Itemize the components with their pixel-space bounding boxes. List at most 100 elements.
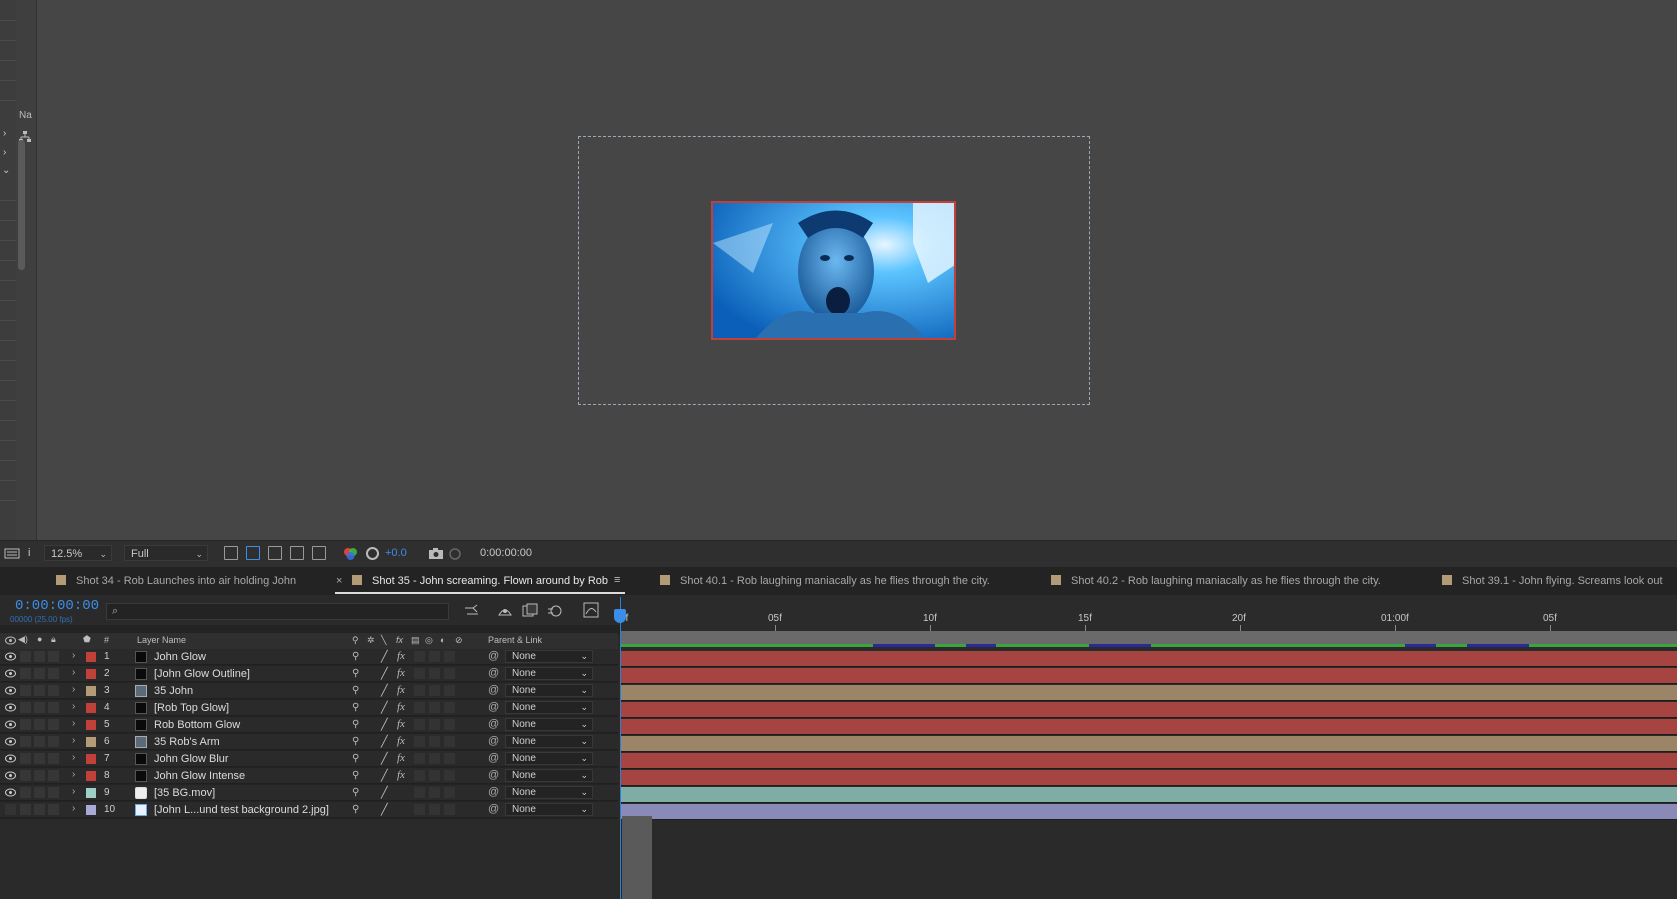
- layer-name[interactable]: [John Glow Outline]: [154, 668, 250, 680]
- layer-name[interactable]: [35 BG.mov]: [154, 787, 215, 799]
- quality-switch-icon[interactable]: ╱: [381, 701, 388, 714]
- shy-switch-icon[interactable]: ⚲: [352, 651, 359, 662]
- expand-layer-icon[interactable]: ›: [72, 718, 75, 729]
- pick-whip-icon[interactable]: @: [488, 667, 499, 679]
- visibility-eye-icon[interactable]: [5, 703, 16, 712]
- effects-switch-icon[interactable]: fx: [397, 684, 405, 696]
- shy-switch-icon[interactable]: ⚲: [352, 702, 359, 713]
- frame-blend-switch[interactable]: [414, 787, 425, 798]
- tab-shot-35[interactable]: Shot 35 - John screaming. Flown around b…: [352, 567, 608, 595]
- layer-duration-bar[interactable]: [620, 736, 1677, 752]
- work-area-bar[interactable]: [620, 631, 1677, 645]
- layer-search-input[interactable]: ⌕: [106, 603, 449, 620]
- tab-shot-40-1[interactable]: Shot 40.1 - Rob laughing maniacally as h…: [660, 567, 990, 595]
- keyboard-icon[interactable]: [4, 547, 20, 560]
- audio-toggle[interactable]: [20, 736, 31, 747]
- layer-name[interactable]: [Rob Top Glow]: [154, 702, 229, 714]
- show-snapshot-icon[interactable]: [448, 547, 462, 560]
- pick-whip-icon[interactable]: @: [488, 769, 499, 781]
- project-panel-scrollbar[interactable]: [18, 140, 25, 270]
- layer-row[interactable]: › 9 [35 BG.mov] ⚲ ╱ @ None ⌄: [0, 785, 618, 801]
- visibility-eye-icon[interactable]: [5, 686, 16, 695]
- layer-duration-bar[interactable]: [620, 702, 1677, 718]
- adjustment-switch[interactable]: [444, 770, 455, 781]
- frame-blend-switch[interactable]: [414, 702, 425, 713]
- video-eye-header-icon[interactable]: [5, 636, 16, 645]
- timeline-tracks[interactable]: [618, 635, 1677, 899]
- shy-switch-header-icon[interactable]: ⚲: [352, 635, 359, 646]
- footage-layer-preview[interactable]: [711, 201, 956, 340]
- motion-blur-switch[interactable]: [429, 668, 440, 679]
- pick-whip-icon[interactable]: @: [488, 701, 499, 713]
- solo-toggle[interactable]: [34, 753, 45, 764]
- effects-switch-header-icon[interactable]: fx: [396, 635, 403, 645]
- layer-name[interactable]: John Glow Blur: [154, 753, 229, 765]
- pick-whip-icon[interactable]: @: [488, 735, 499, 747]
- visibility-eye-icon[interactable]: [5, 669, 16, 678]
- effects-switch-icon[interactable]: fx: [397, 718, 405, 730]
- resolution-dropdown[interactable]: Full ⌄: [124, 545, 208, 561]
- playhead-handle[interactable]: [614, 609, 626, 623]
- composition-flowchart-icon[interactable]: [464, 604, 480, 618]
- frame-blend-switch[interactable]: [414, 804, 425, 815]
- shy-switch-icon[interactable]: ⚲: [352, 787, 359, 798]
- adjustment-switch[interactable]: [444, 753, 455, 764]
- quality-switch-icon[interactable]: ╱: [381, 650, 388, 663]
- motion-blur-switch[interactable]: [429, 804, 440, 815]
- parent-dropdown[interactable]: None ⌄: [505, 684, 593, 697]
- tab-shot-39-1[interactable]: Shot 39.1 - John flying. Screams look ou…: [1442, 567, 1663, 595]
- adjustment-switch[interactable]: [444, 702, 455, 713]
- audio-toggle[interactable]: [20, 719, 31, 730]
- shy-switch-icon[interactable]: ⚲: [352, 736, 359, 747]
- exposure-value[interactable]: +0.0: [385, 545, 407, 561]
- layer-row[interactable]: › 2 [John Glow Outline] ⚲ ╱ fx @ None ⌄: [0, 666, 618, 682]
- effects-switch-icon[interactable]: fx: [397, 701, 405, 713]
- parent-dropdown[interactable]: None ⌄: [505, 667, 593, 680]
- lock-toggle[interactable]: [48, 702, 59, 713]
- tab-shot-40-2[interactable]: Shot 40.2 - Rob laughing maniacally as h…: [1051, 567, 1381, 595]
- label-header-icon[interactable]: ⬟: [83, 634, 91, 645]
- parent-dropdown[interactable]: None ⌄: [505, 701, 593, 714]
- color-channels-icon[interactable]: [343, 546, 358, 561]
- motion-blur-switch[interactable]: [429, 651, 440, 662]
- layer-name[interactable]: John Glow Intense: [154, 770, 245, 782]
- shy-switch-icon[interactable]: ⚲: [352, 770, 359, 781]
- label-color-swatch[interactable]: [86, 737, 96, 747]
- expand-layer-icon[interactable]: ›: [72, 735, 75, 746]
- lock-toggle[interactable]: [48, 753, 59, 764]
- shy-switch-icon[interactable]: ⚲: [352, 753, 359, 764]
- label-color-swatch[interactable]: [86, 771, 96, 781]
- audio-header-icon[interactable]: ◀): [18, 634, 28, 645]
- audio-toggle[interactable]: [20, 753, 31, 764]
- layer-name[interactable]: 35 John: [154, 685, 193, 697]
- layer-duration-bar[interactable]: [620, 651, 1677, 667]
- visibility-eye-icon[interactable]: [5, 737, 16, 746]
- lock-toggle[interactable]: [48, 770, 59, 781]
- lock-toggle[interactable]: [48, 736, 59, 747]
- audio-toggle[interactable]: [20, 685, 31, 696]
- effects-switch-icon[interactable]: fx: [397, 769, 405, 781]
- layer-duration-bar[interactable]: [620, 804, 1677, 820]
- layer-list-empty-area[interactable]: [0, 819, 618, 899]
- snapshot-camera-icon[interactable]: [428, 547, 444, 560]
- label-color-swatch[interactable]: [86, 754, 96, 764]
- effects-switch-icon[interactable]: fx: [397, 752, 405, 764]
- expand-layer-icon[interactable]: ›: [72, 650, 75, 661]
- lock-toggle[interactable]: [48, 787, 59, 798]
- shy-switch-icon[interactable]: ⚲: [352, 668, 359, 679]
- parent-dropdown[interactable]: None ⌄: [505, 752, 593, 765]
- effects-switch-icon[interactable]: fx: [397, 650, 405, 662]
- layer-row[interactable]: › 6 35 Rob's Arm ⚲ ╱ fx @ None ⌄: [0, 734, 618, 750]
- number-column-header[interactable]: #: [104, 635, 109, 645]
- viewer-timecode[interactable]: 0:00:00:00: [480, 545, 532, 561]
- frame-blend-switch[interactable]: [414, 736, 425, 747]
- audio-toggle[interactable]: [20, 702, 31, 713]
- audio-toggle[interactable]: [20, 804, 31, 815]
- solo-header-icon[interactable]: ●: [37, 634, 42, 644]
- pick-whip-icon[interactable]: @: [488, 803, 499, 815]
- solo-toggle[interactable]: [34, 770, 45, 781]
- parent-dropdown[interactable]: None ⌄: [505, 786, 593, 799]
- audio-toggle[interactable]: [20, 651, 31, 662]
- layer-row[interactable]: › 1 John Glow ⚲ ╱ fx @ None ⌄: [0, 649, 618, 665]
- fast-previews-icon[interactable]: [224, 546, 238, 560]
